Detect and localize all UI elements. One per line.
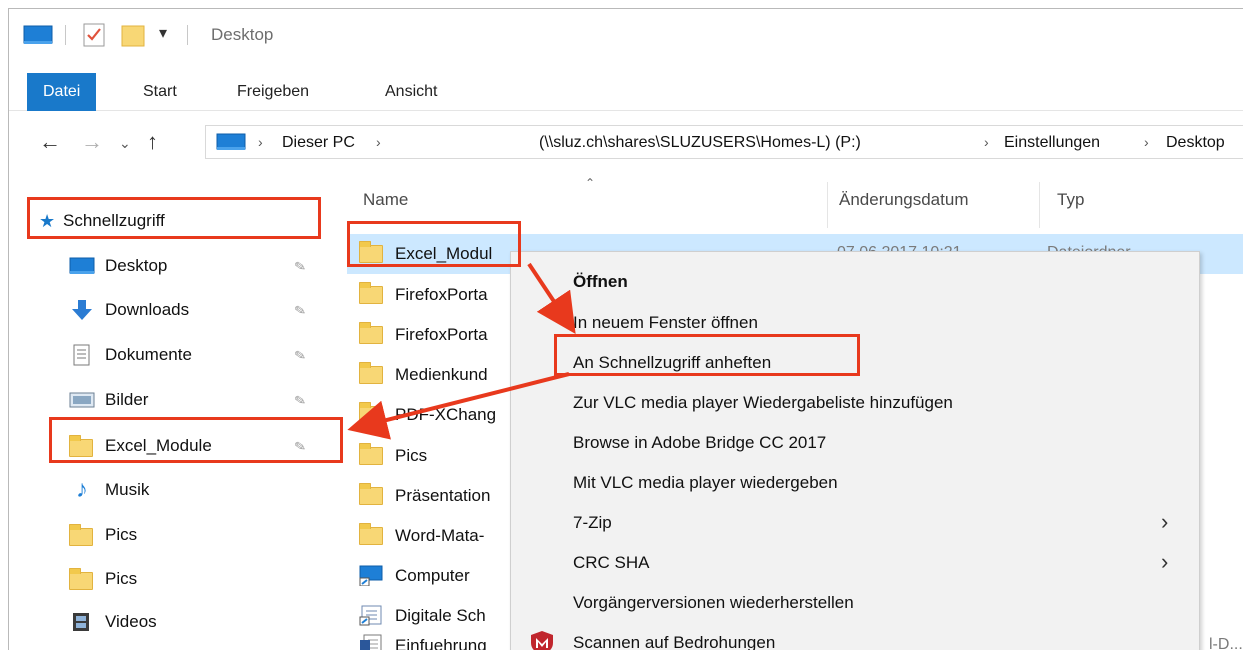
annotation-arrows [347, 262, 576, 440]
explorer-window: ▾ Desktop Datei Start Freigeben Ansicht … [8, 8, 1243, 650]
arrow-row-to-menu [527, 262, 576, 334]
arrow-menu-to-sidebar [347, 372, 570, 440]
